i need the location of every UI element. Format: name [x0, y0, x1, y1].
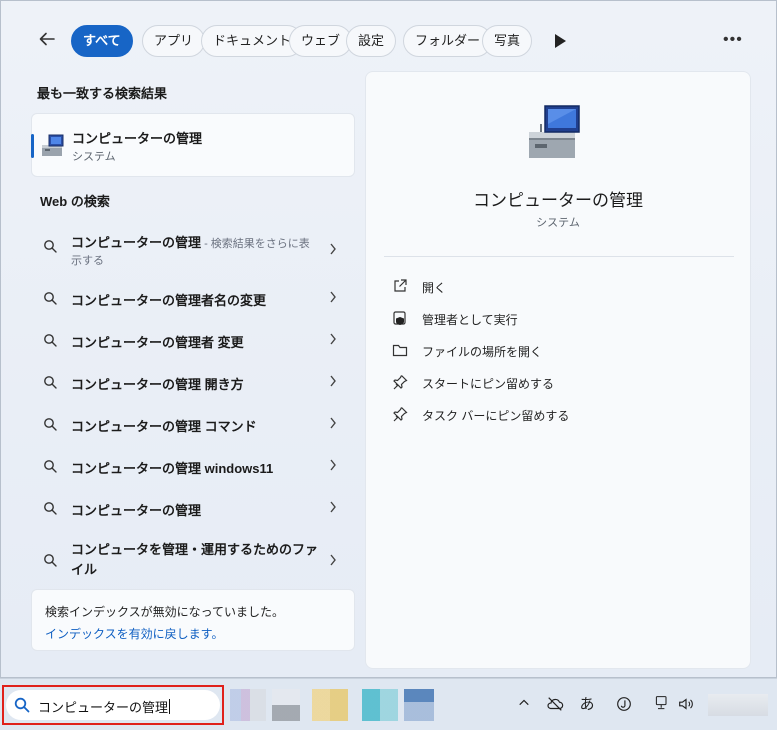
taskbar-search-input[interactable]: コンピューターの管理	[6, 690, 220, 720]
web-result-text: コンピューターの管理 コマンド	[71, 419, 257, 434]
web-result-text: コンピュータを管理・運用するためのファ	[71, 542, 319, 557]
selection-indicator	[31, 134, 34, 158]
network-icon[interactable]	[652, 695, 672, 715]
cloud-offline-icon[interactable]	[545, 695, 565, 715]
web-result-text: コンピューターの管理 windows11	[71, 461, 274, 476]
volume-icon[interactable]	[676, 695, 696, 715]
taskbar-search-highlight: コンピューターの管理	[2, 685, 224, 725]
more-options-button[interactable]: •••	[723, 29, 747, 53]
search-icon	[44, 502, 57, 515]
divider	[384, 256, 734, 257]
taskbar-app-icon[interactable]	[404, 689, 434, 721]
search-icon	[44, 334, 57, 347]
action-label: スタートにピン留めする	[422, 377, 555, 391]
best-match-title: コンピューターの管理	[72, 131, 203, 146]
action-label: 開く	[422, 281, 447, 295]
web-result-item[interactable]: コンピューターの管理 コマンド	[31, 405, 355, 443]
web-result-item[interactable]: コンピュータを管理・運用するためのファ イル	[31, 537, 355, 583]
text-caret	[169, 699, 171, 714]
chevron-right-icon	[330, 243, 336, 255]
taskbar-app-icon[interactable]	[312, 689, 348, 721]
web-result-item[interactable]: コンピューターの管理 windows11	[31, 447, 355, 485]
action-open[interactable]: 開く	[392, 276, 692, 298]
search-value: コンピューターの管理	[38, 700, 169, 715]
action-pin-to-taskbar[interactable]: タスク バーにピン留めする	[392, 404, 692, 426]
web-result-text: コンピューターの管理 開き方	[71, 377, 244, 392]
search-icon	[44, 240, 57, 253]
filter-photos[interactable]: 写真	[482, 25, 533, 57]
action-label: ファイルの場所を開く	[422, 345, 543, 359]
web-search-heading: Web の検索	[40, 194, 110, 209]
arrow-left-icon	[39, 32, 55, 46]
preview-title: コンピューターの管理	[473, 191, 643, 210]
web-result-text: コンピューターの管理	[71, 235, 202, 250]
shield-icon	[393, 311, 406, 325]
taskbar-app-icon[interactable]	[272, 689, 300, 721]
preview-pane: コンピューターの管理 システム 開く 管理者として実行 ファイルの場所を開く ス…	[365, 71, 751, 669]
clock-area[interactable]	[708, 694, 768, 716]
index-notice: 検索インデックスが無効になっていました。 インデックスを有効に戻します。	[31, 589, 355, 651]
chevron-right-icon	[330, 459, 336, 471]
chevron-right-icon	[330, 291, 336, 303]
best-match-heading: 最も一致する検索結果	[37, 86, 168, 101]
web-result-text: コンピューターの管理者 変更	[71, 335, 244, 350]
chevron-right-icon	[330, 375, 336, 387]
index-notice-text: 検索インデックスが無効になっていました。	[45, 605, 285, 619]
filter-all[interactable]: すべて	[71, 25, 133, 57]
taskbar-app-icon[interactable]	[230, 689, 266, 721]
action-pin-to-start[interactable]: スタートにピン留めする	[392, 372, 692, 394]
back-button[interactable]	[37, 29, 61, 53]
best-match-subtitle: システム	[72, 151, 116, 163]
pin-icon	[393, 375, 408, 390]
filter-folders[interactable]: フォルダー	[403, 25, 493, 57]
web-result-text: コンピューターの管理者名の変更	[71, 293, 267, 308]
web-result-more-text: - 検索結果をさらに表	[201, 238, 310, 250]
search-icon	[44, 292, 57, 305]
chevron-right-icon	[330, 554, 336, 566]
computer-management-large-icon	[529, 105, 580, 158]
taskbar-app-icon[interactable]	[362, 689, 398, 721]
search-icon	[44, 554, 57, 567]
preview-subtitle: システム	[536, 217, 580, 229]
web-result-text-line2: 示する	[71, 255, 104, 267]
web-result-item[interactable]: コンピューターの管理 - 検索結果をさらに表 示する	[31, 227, 355, 271]
search-icon	[44, 418, 57, 431]
taskbar: コンピューターの管理 あ	[0, 678, 777, 730]
filter-bar: すべて アプリ ドキュメント ウェブ 設定 フォルダー 写真 •••	[1, 1, 776, 71]
chevron-up-icon[interactable]	[514, 695, 534, 715]
web-result-text: コンピューターの管理	[71, 503, 202, 518]
chevron-right-icon	[330, 501, 336, 513]
more-filters-play-icon[interactable]	[553, 33, 567, 49]
ime-toggle-icon[interactable]	[614, 695, 634, 715]
action-run-as-admin[interactable]: 管理者として実行	[392, 308, 692, 330]
enable-index-link[interactable]: インデックスを有効に戻します。	[45, 625, 223, 642]
web-result-item[interactable]: コンピューターの管理	[31, 489, 355, 527]
filter-web[interactable]: ウェブ	[289, 25, 353, 57]
filter-documents[interactable]: ドキュメント	[201, 25, 304, 57]
action-label: 管理者として実行	[422, 313, 518, 327]
web-result-text-line2: イル	[71, 562, 98, 577]
open-external-icon	[394, 279, 407, 292]
best-match-item[interactable]: コンピューターの管理 システム	[31, 113, 355, 177]
chevron-right-icon	[330, 333, 336, 345]
action-open-file-location[interactable]: ファイルの場所を開く	[392, 340, 692, 362]
filter-apps[interactable]: アプリ	[142, 25, 206, 57]
web-result-item[interactable]: コンピューターの管理者 変更	[31, 321, 355, 359]
search-icon	[14, 697, 30, 713]
filter-settings[interactable]: 設定	[346, 25, 397, 57]
ime-mode-indicator[interactable]: あ	[577, 695, 597, 715]
search-icon	[44, 460, 57, 473]
search-icon	[44, 376, 57, 389]
action-label: タスク バーにピン留めする	[422, 409, 570, 423]
chevron-right-icon	[330, 417, 336, 429]
search-panel: すべて アプリ ドキュメント ウェブ 設定 フォルダー 写真 ••• 最も一致す…	[0, 0, 777, 678]
web-result-item[interactable]: コンピューターの管理 開き方	[31, 363, 355, 401]
pin-icon	[393, 407, 408, 422]
computer-management-icon	[42, 134, 64, 156]
web-result-item[interactable]: コンピューターの管理者名の変更	[31, 279, 355, 317]
folder-icon	[392, 344, 408, 357]
